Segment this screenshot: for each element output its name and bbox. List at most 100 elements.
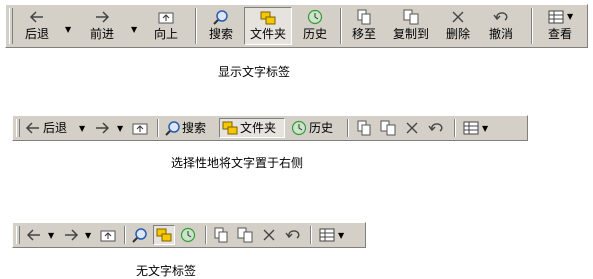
views-button[interactable]: ▼: [316, 225, 350, 245]
forward-button[interactable]: 前进: [80, 7, 124, 45]
copy-to-icon: [380, 120, 396, 136]
toolbar-separator: [310, 226, 312, 244]
toolbar-separator: [124, 226, 126, 244]
history-label: 历史: [302, 27, 327, 41]
search-button[interactable]: 搜索: [200, 7, 242, 45]
views-label: 查看: [547, 27, 572, 41]
toolbar-grip[interactable]: [16, 119, 20, 137]
search-label: 搜索: [208, 27, 233, 41]
back-label: 后退: [24, 27, 49, 41]
caption-no-text-labels: 无文字标签: [136, 264, 197, 278]
copy-to-icon: [237, 227, 253, 243]
back-button[interactable]: 后退: [23, 118, 77, 138]
caption-show-text-labels: 显示文字标签: [218, 65, 291, 79]
toolbar-no-labels: ▼ ▼ ▼: [12, 222, 366, 248]
forward-button[interactable]: [91, 118, 113, 138]
toolbar-grip[interactable]: [9, 8, 13, 44]
history-label: 历史: [309, 121, 334, 135]
history-button[interactable]: 历史: [289, 118, 341, 138]
views-grid-icon: [319, 227, 335, 243]
search-button[interactable]: [129, 225, 151, 245]
up-button[interactable]: [129, 118, 151, 138]
toolbar-separator: [195, 8, 197, 44]
toolbar-separator: [205, 226, 207, 244]
arrow-right-icon: [63, 227, 79, 243]
search-button[interactable]: 搜索: [163, 118, 215, 138]
delete-button[interactable]: [258, 225, 280, 245]
folders-label: 文件夹: [249, 27, 286, 41]
views-button[interactable]: ▼ 查看: [537, 7, 583, 45]
folders-label: 文件夹: [240, 121, 277, 135]
views-button[interactable]: ▼: [460, 118, 494, 138]
undo-button[interactable]: [425, 118, 447, 138]
copy-to-button[interactable]: [234, 225, 256, 245]
toolbar-separator: [531, 8, 533, 44]
copy-to-label: 复制到: [392, 27, 429, 41]
copy-to-button[interactable]: [377, 118, 399, 138]
move-to-button[interactable]: [210, 225, 232, 245]
folder-tree-icon: [222, 120, 238, 136]
undo-button[interactable]: [282, 225, 304, 245]
forward-dropdown-arrow[interactable]: ▼: [117, 125, 123, 133]
move-to-label: 移至: [351, 27, 376, 41]
history-icon: [180, 227, 196, 243]
search-icon: [132, 227, 148, 243]
undo-button[interactable]: 撤消: [481, 7, 521, 45]
folders-button[interactable]: 文件夹: [219, 118, 285, 138]
toolbar-separator: [157, 119, 159, 137]
move-to-button[interactable]: [353, 118, 375, 138]
back-dropdown-arrow[interactable]: ▼: [48, 232, 54, 240]
delete-x-icon: [450, 9, 466, 25]
folder-up-icon: [158, 9, 174, 25]
arrow-left-icon: [25, 120, 41, 136]
up-button[interactable]: [97, 225, 119, 245]
forward-label: 前进: [89, 27, 114, 41]
forward-button[interactable]: [60, 225, 82, 245]
history-icon: [291, 120, 307, 136]
arrow-right-icon: [94, 9, 110, 25]
move-to-icon: [356, 9, 372, 25]
back-button[interactable]: [23, 225, 45, 245]
toolbar-with-labels: 后退 ▼ 前进 ▼ 向上 搜索 文件夹 历史 移至 复制到 删除 撤消 ▼ 查看: [5, 4, 588, 48]
search-label: 搜索: [182, 121, 207, 135]
toolbar-separator: [347, 119, 349, 137]
move-to-button[interactable]: 移至: [344, 7, 384, 45]
views-dropdown-arrow[interactable]: ▼: [567, 13, 573, 21]
delete-label: 删除: [445, 27, 470, 41]
undo-icon: [493, 9, 509, 25]
search-icon: [213, 9, 229, 25]
history-button[interactable]: [177, 225, 199, 245]
toolbar-grip[interactable]: [16, 226, 20, 244]
toolbar-separator: [454, 119, 456, 137]
history-icon: [307, 9, 323, 25]
folder-up-icon: [132, 120, 148, 136]
undo-icon: [285, 227, 301, 243]
copy-to-icon: [403, 9, 419, 25]
toolbar-selective-text-right: 后退 ▼ ▼ 搜索 文件夹 历史 ▼: [12, 115, 528, 141]
toolbar-separator: [340, 8, 342, 44]
views-grid-icon: [463, 120, 479, 136]
back-dropdown-arrow[interactable]: ▼: [79, 125, 85, 133]
move-to-icon: [356, 120, 372, 136]
folders-button[interactable]: [153, 225, 175, 245]
move-to-icon: [213, 227, 229, 243]
undo-icon: [428, 120, 444, 136]
delete-button[interactable]: 删除: [438, 7, 478, 45]
delete-button[interactable]: [401, 118, 423, 138]
views-dropdown-arrow[interactable]: ▼: [482, 125, 488, 133]
views-dropdown-arrow[interactable]: ▼: [338, 232, 344, 240]
delete-x-icon: [261, 227, 277, 243]
back-label: 后退: [43, 121, 68, 135]
folder-tree-icon: [260, 10, 276, 26]
undo-label: 撤消: [488, 27, 513, 41]
history-button[interactable]: 历史: [295, 7, 335, 45]
arrow-left-icon: [29, 9, 45, 25]
up-button[interactable]: 向上: [146, 7, 186, 45]
forward-dropdown-arrow[interactable]: ▼: [131, 26, 137, 34]
folders-button[interactable]: 文件夹: [244, 7, 292, 45]
forward-dropdown-arrow[interactable]: ▼: [85, 232, 91, 240]
copy-to-button[interactable]: 复制到: [387, 7, 435, 45]
delete-x-icon: [404, 120, 420, 136]
back-button[interactable]: 后退: [17, 7, 57, 45]
back-dropdown-arrow[interactable]: ▼: [65, 26, 71, 34]
